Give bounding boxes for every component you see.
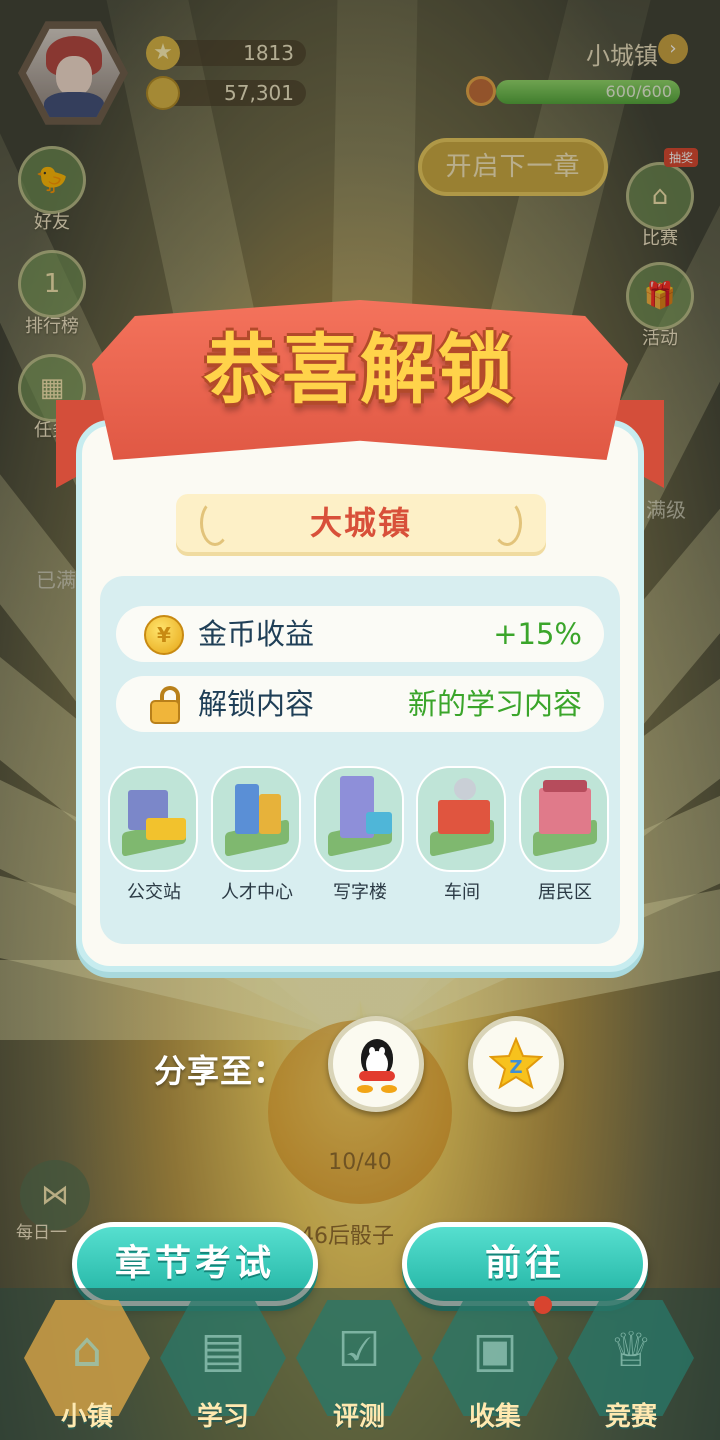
office-building-icon — [314, 766, 404, 872]
unlock-icon — [146, 686, 184, 726]
nav-label: 小镇 — [60, 1402, 113, 1432]
qzone-icon: Z — [489, 1037, 543, 1090]
building-name: 车间 — [444, 882, 480, 903]
cup-icon: ♕ — [609, 1322, 653, 1378]
nav-item-study[interactable]: ▤ 学习 — [160, 1300, 286, 1440]
bus-station-icon — [108, 766, 198, 872]
nav-label: 学习 — [196, 1402, 249, 1432]
box-icon: ▣ — [472, 1322, 518, 1378]
building-name: 居民区 — [538, 882, 592, 903]
building-list: 公交站 人才中心 写字楼 车间 居民区 — [108, 766, 612, 906]
svg-text:Z: Z — [509, 1057, 522, 1078]
building-talent-center[interactable]: 人才中心 — [211, 766, 303, 904]
building-name: 写字楼 — [333, 882, 387, 903]
share-qq-button[interactable] — [328, 1016, 424, 1112]
town-plate: 大城镇 — [176, 494, 546, 552]
laurel-left-icon — [200, 500, 230, 546]
nav-item-town[interactable]: ⌂ 小镇 — [24, 1300, 150, 1440]
building-name: 公交站 — [127, 882, 181, 903]
reward-label: 金币收益 — [198, 617, 315, 651]
reward-row-content: 解锁内容 新的学习内容 — [116, 676, 604, 732]
unlocked-town-name: 大城镇 — [309, 504, 412, 542]
building-workshop[interactable]: 车间 — [416, 766, 508, 904]
nav-item-assessment[interactable]: ☑ 评测 — [296, 1300, 422, 1440]
modal-title: 恭喜解锁 — [204, 325, 516, 414]
nav-label: 评测 — [332, 1402, 385, 1432]
reward-label: 解锁内容 — [198, 687, 315, 721]
building-name: 人才中心 — [221, 882, 293, 903]
nav-label: 收集 — [468, 1402, 521, 1432]
checklist-icon: ☑ — [337, 1322, 381, 1378]
reward-value: +15% — [493, 617, 582, 651]
notification-dot — [534, 1296, 552, 1314]
books-icon: ▤ — [200, 1322, 246, 1378]
reward-value: 新的学习内容 — [407, 687, 582, 721]
talent-center-icon — [211, 766, 301, 872]
share-qzone-button[interactable]: Z — [468, 1016, 564, 1112]
building-office[interactable]: 写字楼 — [314, 766, 406, 904]
coin-icon: ¥ — [144, 615, 184, 655]
residential-icon — [519, 766, 609, 872]
laurel-right-icon — [492, 500, 522, 546]
nav-item-collect[interactable]: ▣ 收集 — [432, 1296, 558, 1440]
reward-row-coins: ¥ 金币收益 +15% — [116, 606, 604, 662]
workshop-icon — [416, 766, 506, 872]
share-label: 分享至： — [154, 1052, 287, 1090]
nav-item-competition[interactable]: ♕ 竞赛 — [568, 1300, 694, 1440]
building-residential[interactable]: 居民区 — [519, 766, 611, 904]
building-bus-station[interactable]: 公交站 — [108, 766, 200, 904]
nav-label: 竞赛 — [604, 1402, 657, 1432]
house-icon: ⌂ — [71, 1322, 103, 1378]
